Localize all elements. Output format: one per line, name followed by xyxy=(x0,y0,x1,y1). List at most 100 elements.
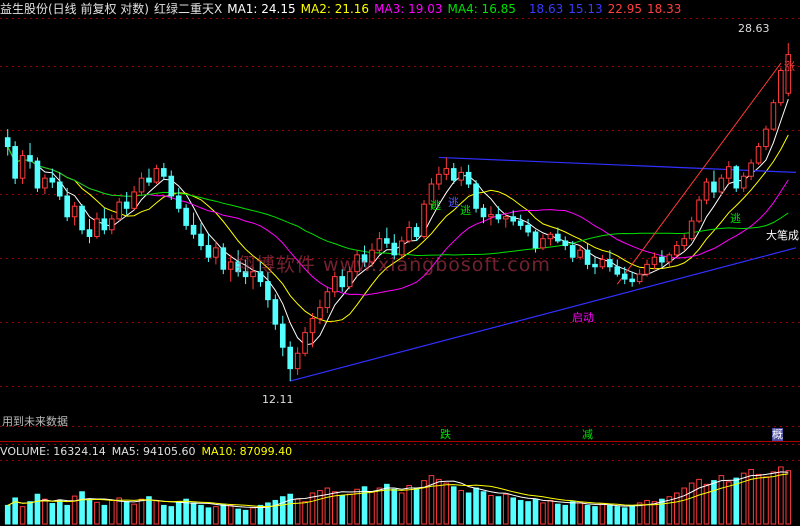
volume-bar xyxy=(458,490,464,525)
candle-body xyxy=(525,224,531,233)
candle-body xyxy=(71,205,78,218)
volume-bar xyxy=(718,475,725,525)
candle-body xyxy=(27,155,33,162)
candle-body xyxy=(718,177,725,193)
volume-bar xyxy=(785,470,792,525)
escape-signal-1: 逃 xyxy=(430,199,441,212)
candle-body xyxy=(4,137,11,148)
ma2-value: MA2: 21.16 xyxy=(300,2,370,16)
volume-bar xyxy=(547,499,554,525)
volume-bar xyxy=(703,483,710,525)
candle-body xyxy=(339,276,346,288)
candle-body xyxy=(592,263,598,268)
candle-body xyxy=(502,216,509,220)
candle-body xyxy=(272,299,279,325)
volume-bar xyxy=(287,493,294,525)
volume-bar xyxy=(763,476,769,525)
volume-value: VOLUME: 16324.14 xyxy=(0,445,106,458)
volume-bars xyxy=(4,466,792,525)
candle-body xyxy=(562,240,569,247)
candle-body xyxy=(34,160,41,189)
start-signal: 启动 xyxy=(572,311,594,324)
candle-body xyxy=(168,175,175,197)
value-2: 15.13 xyxy=(568,2,603,16)
volume-bar xyxy=(621,507,628,525)
candle-body xyxy=(726,166,732,179)
candle-body xyxy=(659,256,665,263)
volume-bar xyxy=(190,502,197,525)
volume-bar xyxy=(123,501,130,525)
volume-bar xyxy=(242,509,249,525)
candle-body xyxy=(555,233,561,242)
candle-body xyxy=(755,146,762,164)
big-trade-signal: 大笔成 xyxy=(766,229,799,242)
volume-bar xyxy=(64,504,70,525)
candles xyxy=(4,43,792,382)
candle-body xyxy=(711,181,717,193)
escape-signal-4: 逃 xyxy=(730,212,741,225)
grid-lines xyxy=(0,18,800,461)
candle-body xyxy=(131,191,137,209)
candle-body xyxy=(607,259,613,268)
stock-title: 益生股份(日线 前复权 对数) xyxy=(0,2,149,16)
chart-header: 益生股份(日线 前复权 对数) 红绿二重天X MA1: 24.15 MA2: 21.1… xyxy=(0,0,800,18)
candle-body xyxy=(406,227,412,242)
volume-bar xyxy=(198,504,204,525)
volume-bar xyxy=(354,488,360,525)
volume-bar xyxy=(339,494,346,525)
volume-bar xyxy=(473,487,479,525)
volume-ma5: MA5: 94105.60 xyxy=(111,445,196,458)
volume-bar xyxy=(227,504,234,525)
volume-bar xyxy=(205,507,212,525)
candle-body xyxy=(42,177,48,189)
volume-bar xyxy=(748,468,754,525)
volume-bar xyxy=(19,506,26,525)
candle-body xyxy=(324,291,331,309)
candle-body xyxy=(116,201,123,220)
candle-body xyxy=(748,162,754,177)
resistance-trendline xyxy=(438,156,797,173)
volume-bar xyxy=(502,493,509,525)
signal-fall: 跌 xyxy=(440,428,451,441)
trend-lines xyxy=(290,62,797,382)
volume-bar xyxy=(138,498,145,525)
volume-bar xyxy=(532,498,539,525)
volume-bar xyxy=(34,493,41,525)
value-4: 18.33 xyxy=(647,2,682,16)
candle-body xyxy=(183,207,189,226)
volume-bar xyxy=(79,491,85,525)
candle-body xyxy=(19,155,26,179)
candle-body xyxy=(384,238,390,244)
volume-bar xyxy=(235,508,241,525)
candle-body xyxy=(778,70,784,104)
volume-bar xyxy=(517,499,524,525)
volume-bar xyxy=(257,504,264,525)
volume-bar xyxy=(346,493,353,525)
candle-body xyxy=(205,245,212,258)
candle-body xyxy=(12,146,18,179)
volume-bar xyxy=(688,482,695,525)
ma1-line xyxy=(7,99,789,346)
candle-body xyxy=(213,247,219,258)
volume-bar xyxy=(369,491,375,525)
candle-body xyxy=(153,168,160,183)
volume-bar xyxy=(27,501,33,525)
candle-body xyxy=(473,183,479,209)
volume-bar xyxy=(324,487,331,525)
volume-bar xyxy=(4,504,11,525)
candle-body xyxy=(279,323,286,348)
volume-bar xyxy=(153,499,160,525)
signal-right: 概 xyxy=(772,428,783,441)
candle-body xyxy=(94,218,100,237)
ma2-line xyxy=(7,134,789,323)
candle-body xyxy=(198,233,204,247)
volume-bar xyxy=(696,478,702,525)
volume-bar xyxy=(555,503,561,525)
candle-body xyxy=(265,281,271,301)
volume-bar xyxy=(488,494,494,525)
candle-body xyxy=(651,256,658,265)
candle-body xyxy=(64,195,70,218)
candle-body xyxy=(220,247,227,270)
volume-bar xyxy=(302,501,308,525)
low-price-label: 12.11 xyxy=(262,393,294,406)
